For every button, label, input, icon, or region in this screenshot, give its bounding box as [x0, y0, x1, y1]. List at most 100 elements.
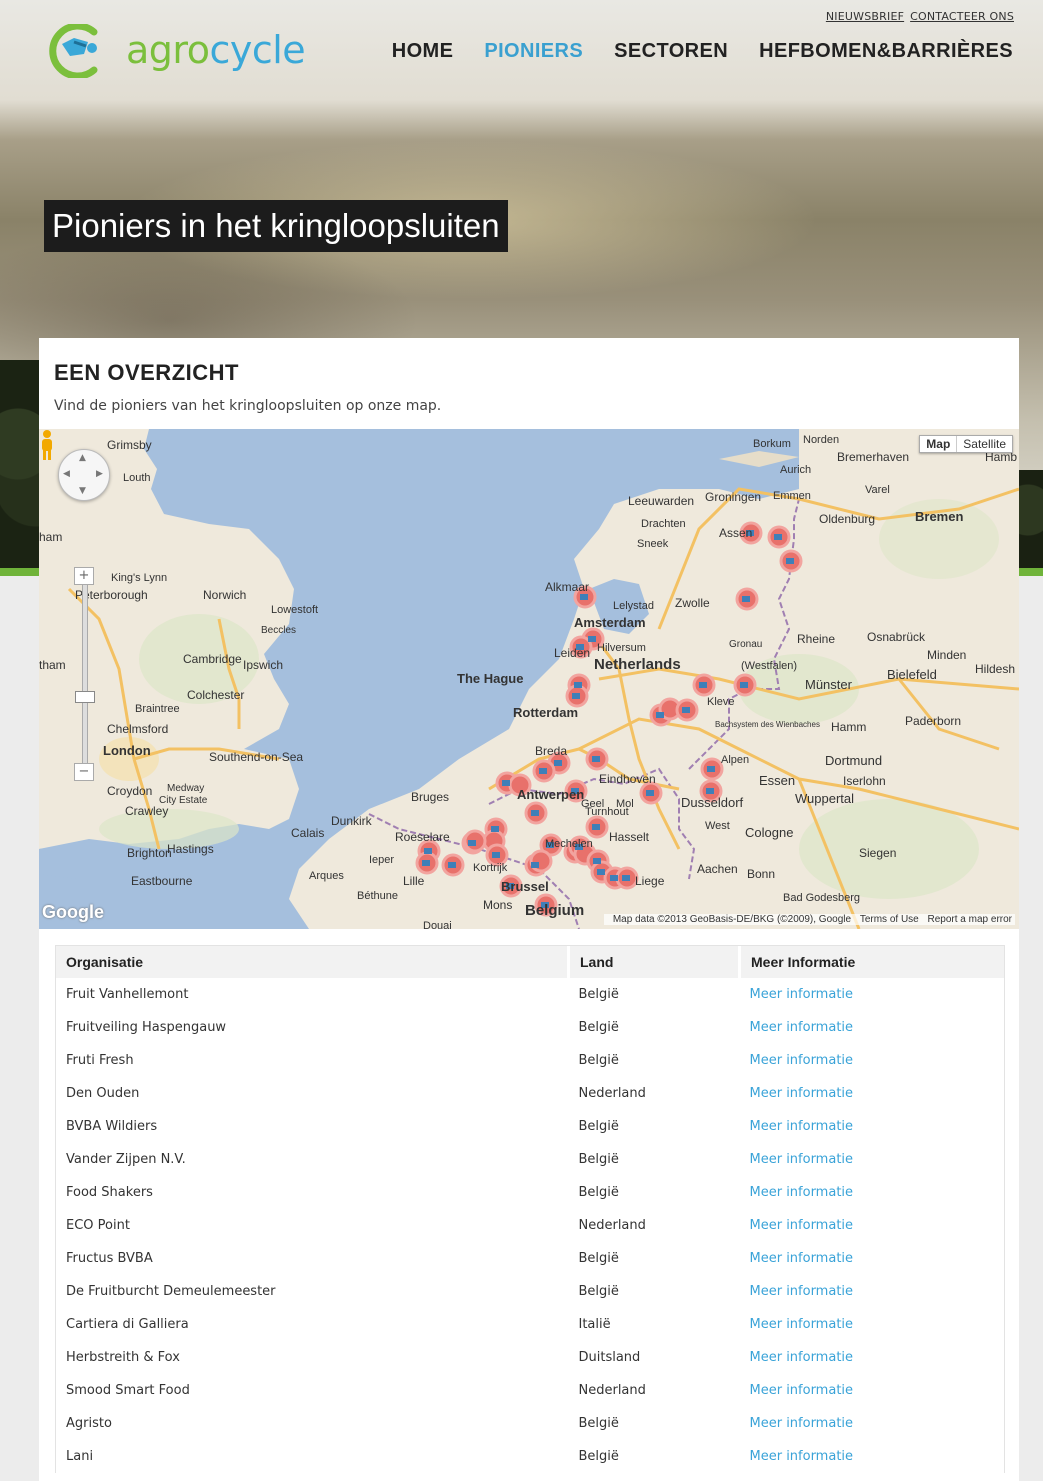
- page-title: Pioniers in het kringloopsluiten: [44, 200, 508, 252]
- report-error-link[interactable]: Report a map error: [928, 914, 1012, 925]
- map-label: Arques: [309, 870, 344, 882]
- map-type-map-button[interactable]: Map: [920, 436, 958, 452]
- pan-left-icon[interactable]: ◀: [63, 470, 70, 479]
- map-type-satellite-button[interactable]: Satellite: [957, 436, 1012, 452]
- map-label: Iserlohn: [843, 774, 886, 788]
- country: Nederland: [578, 1086, 646, 1101]
- map-label: Cologne: [745, 825, 793, 840]
- map-label: Wuppertal: [795, 791, 854, 806]
- more-info-link[interactable]: Meer informatie: [740, 1407, 1005, 1440]
- pan-control[interactable]: ▲ ▼ ◀ ▶: [58, 449, 110, 501]
- nav-home[interactable]: HOME: [392, 40, 454, 63]
- map-label: Zwolle: [675, 596, 710, 610]
- organisation-name: Fruti Fresh: [66, 1053, 134, 1068]
- agrocycle-logo[interactable]: agrocycle: [44, 24, 344, 80]
- map-label: Groningen: [705, 490, 761, 504]
- pan-up-icon[interactable]: ▲: [79, 454, 86, 463]
- map-label: Eastbourne: [131, 874, 193, 888]
- terms-link[interactable]: Terms of Use: [860, 914, 919, 925]
- map-label: Southend-on-Sea: [209, 750, 303, 764]
- contact-link[interactable]: CONTACTEER ONS: [910, 10, 1014, 23]
- more-info-link[interactable]: Meer informatie: [740, 1176, 1005, 1209]
- section-subtitle: Vind de pioniers van het kringloopsluite…: [54, 398, 442, 414]
- map-label: Essen: [759, 773, 795, 788]
- country: Duitsland: [578, 1350, 641, 1365]
- more-info-link[interactable]: Meer informatie: [740, 1308, 1005, 1341]
- map-label: Gronau: [729, 639, 762, 650]
- column-organisatie: Organisatie: [56, 946, 570, 978]
- more-info-link[interactable]: Meer informatie: [740, 1341, 1005, 1374]
- map-label: Kortrijk: [473, 862, 508, 874]
- more-info-link[interactable]: Meer informatie: [740, 1374, 1005, 1407]
- country: Nederland: [578, 1383, 646, 1398]
- table-row: ECO Point Nederland Meer informatie: [56, 1209, 1004, 1242]
- map-label: Mechelen: [545, 838, 593, 850]
- map-label: Medway: [167, 783, 204, 794]
- nav-pioniers[interactable]: PIONIERS: [484, 40, 583, 63]
- map-label: Amsterdam: [574, 615, 646, 630]
- table-row: Food Shakers België Meer informatie: [56, 1176, 1004, 1209]
- map-label: Drachten: [641, 518, 686, 530]
- more-info-link[interactable]: Meer informatie: [740, 1011, 1005, 1044]
- more-info-link[interactable]: Meer informatie: [740, 1440, 1005, 1473]
- organisation-name: Lani: [66, 1449, 94, 1464]
- pegman-icon[interactable]: [39, 429, 55, 461]
- map-label: Lelystad: [613, 600, 654, 612]
- map-label: King's Lynn: [111, 572, 167, 584]
- google-logo[interactable]: Google: [42, 902, 104, 923]
- map-label: Netherlands: [594, 656, 681, 673]
- zoom-in-button[interactable]: +: [74, 567, 94, 585]
- more-info-link[interactable]: Meer informatie: [740, 1275, 1005, 1308]
- map-label: Dunkirk: [331, 814, 373, 828]
- map-label: Hamm: [831, 720, 866, 734]
- map-label: Brighton: [127, 846, 172, 860]
- more-info-link[interactable]: Meer informatie: [740, 1110, 1005, 1143]
- map-label: Bonn: [747, 867, 775, 881]
- map-label: Bremen: [915, 509, 963, 524]
- map-label: Louth: [123, 472, 151, 484]
- map-label: Minden: [927, 648, 966, 662]
- nav-sectoren[interactable]: SECTOREN: [614, 40, 728, 63]
- map-label: Hastings: [167, 842, 214, 856]
- map-label: Norden: [803, 434, 839, 446]
- map-label: Siegen: [859, 846, 896, 860]
- map-label: Norwich: [203, 588, 246, 602]
- map-label: Aurich: [780, 464, 811, 476]
- map-label: Emmen: [773, 490, 811, 502]
- map-label: Rheine: [797, 632, 835, 646]
- zoom-control: + −: [74, 567, 95, 781]
- more-info-link[interactable]: Meer informatie: [740, 1209, 1005, 1242]
- newsletter-link[interactable]: NIEUWSBRIEF: [826, 10, 904, 23]
- map-type-control: Map Satellite: [919, 435, 1013, 453]
- organisation-name: BVBA Wildiers: [66, 1119, 158, 1134]
- organisation-name: Cartiera di Galliera: [66, 1317, 189, 1332]
- pan-down-icon[interactable]: ▼: [79, 487, 86, 496]
- pioneers-map[interactable]: Grimsby Louth King's Lynn Peterborough N…: [39, 429, 1019, 929]
- map-label: Dortmund: [825, 753, 882, 768]
- map-label: Ieper: [369, 854, 394, 866]
- organisation-name: Herbstreith & Fox: [66, 1350, 180, 1365]
- more-info-link[interactable]: Meer informatie: [740, 978, 1005, 1011]
- section-title: EEN OVERZICHT: [54, 360, 239, 385]
- country: België: [578, 1449, 619, 1464]
- more-info-link[interactable]: Meer informatie: [740, 1143, 1005, 1176]
- map-label: Ipswich: [243, 658, 283, 672]
- map-label: Bad Godesberg: [783, 892, 860, 904]
- zoom-slider-handle[interactable]: [75, 691, 95, 703]
- map-label: Kleve: [707, 696, 735, 708]
- map-label: Assen: [719, 526, 752, 540]
- map-label: The Hague: [457, 671, 523, 686]
- zoom-slider-track[interactable]: [82, 581, 88, 768]
- country: België: [578, 1416, 619, 1431]
- table-header-row: Organisatie Land Meer Informatie: [56, 946, 1004, 978]
- pioneers-table: Organisatie Land Meer Informatie Fruit V…: [55, 945, 1005, 1473]
- zoom-out-button[interactable]: −: [74, 763, 94, 781]
- more-info-link[interactable]: Meer informatie: [740, 1242, 1005, 1275]
- map-label: Cambridge: [183, 652, 242, 666]
- more-info-link[interactable]: Meer informatie: [740, 1077, 1005, 1110]
- country: Nederland: [578, 1218, 646, 1233]
- nav-hefbomen-barrieres[interactable]: HEFBOMEN&BARRIÈRES: [759, 40, 1013, 63]
- more-info-link[interactable]: Meer informatie: [740, 1044, 1005, 1077]
- country: België: [578, 1152, 619, 1167]
- pan-right-icon[interactable]: ▶: [96, 470, 103, 479]
